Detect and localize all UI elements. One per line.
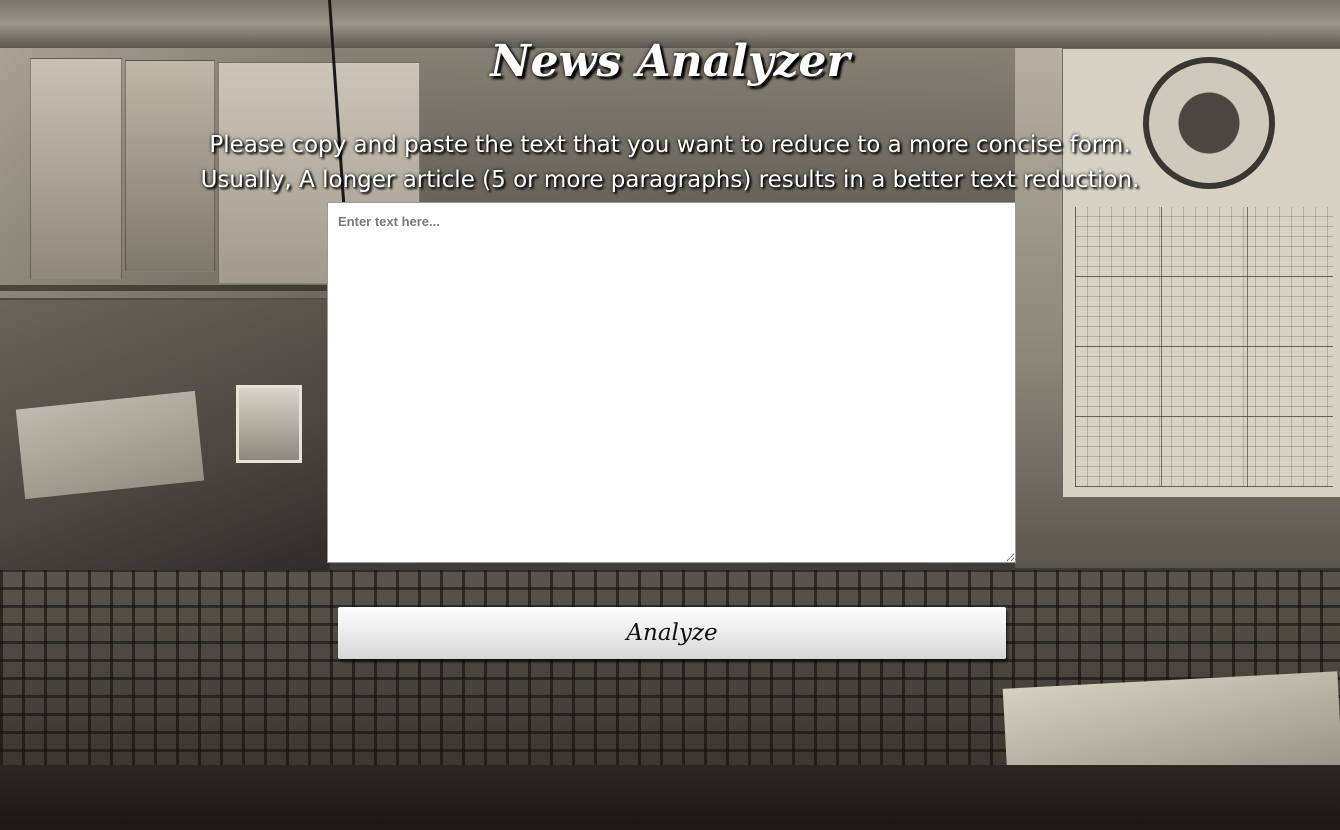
paper-pile — [15, 390, 205, 500]
page-title: News Analyzer — [490, 36, 850, 87]
framed-portrait — [236, 385, 302, 463]
calendar-grid — [1075, 207, 1333, 487]
floor — [0, 765, 1340, 830]
instructions-line-1: Please copy and paste the text that you … — [209, 132, 1131, 158]
article-text-input[interactable] — [327, 202, 1016, 563]
instructions: Please copy and paste the text that you … — [0, 128, 1340, 198]
instructions-line-2: Usually, A longer article (5 or more par… — [200, 167, 1140, 193]
wall-calendar — [1062, 48, 1340, 498]
analyze-button[interactable]: Analyze — [338, 607, 1006, 659]
